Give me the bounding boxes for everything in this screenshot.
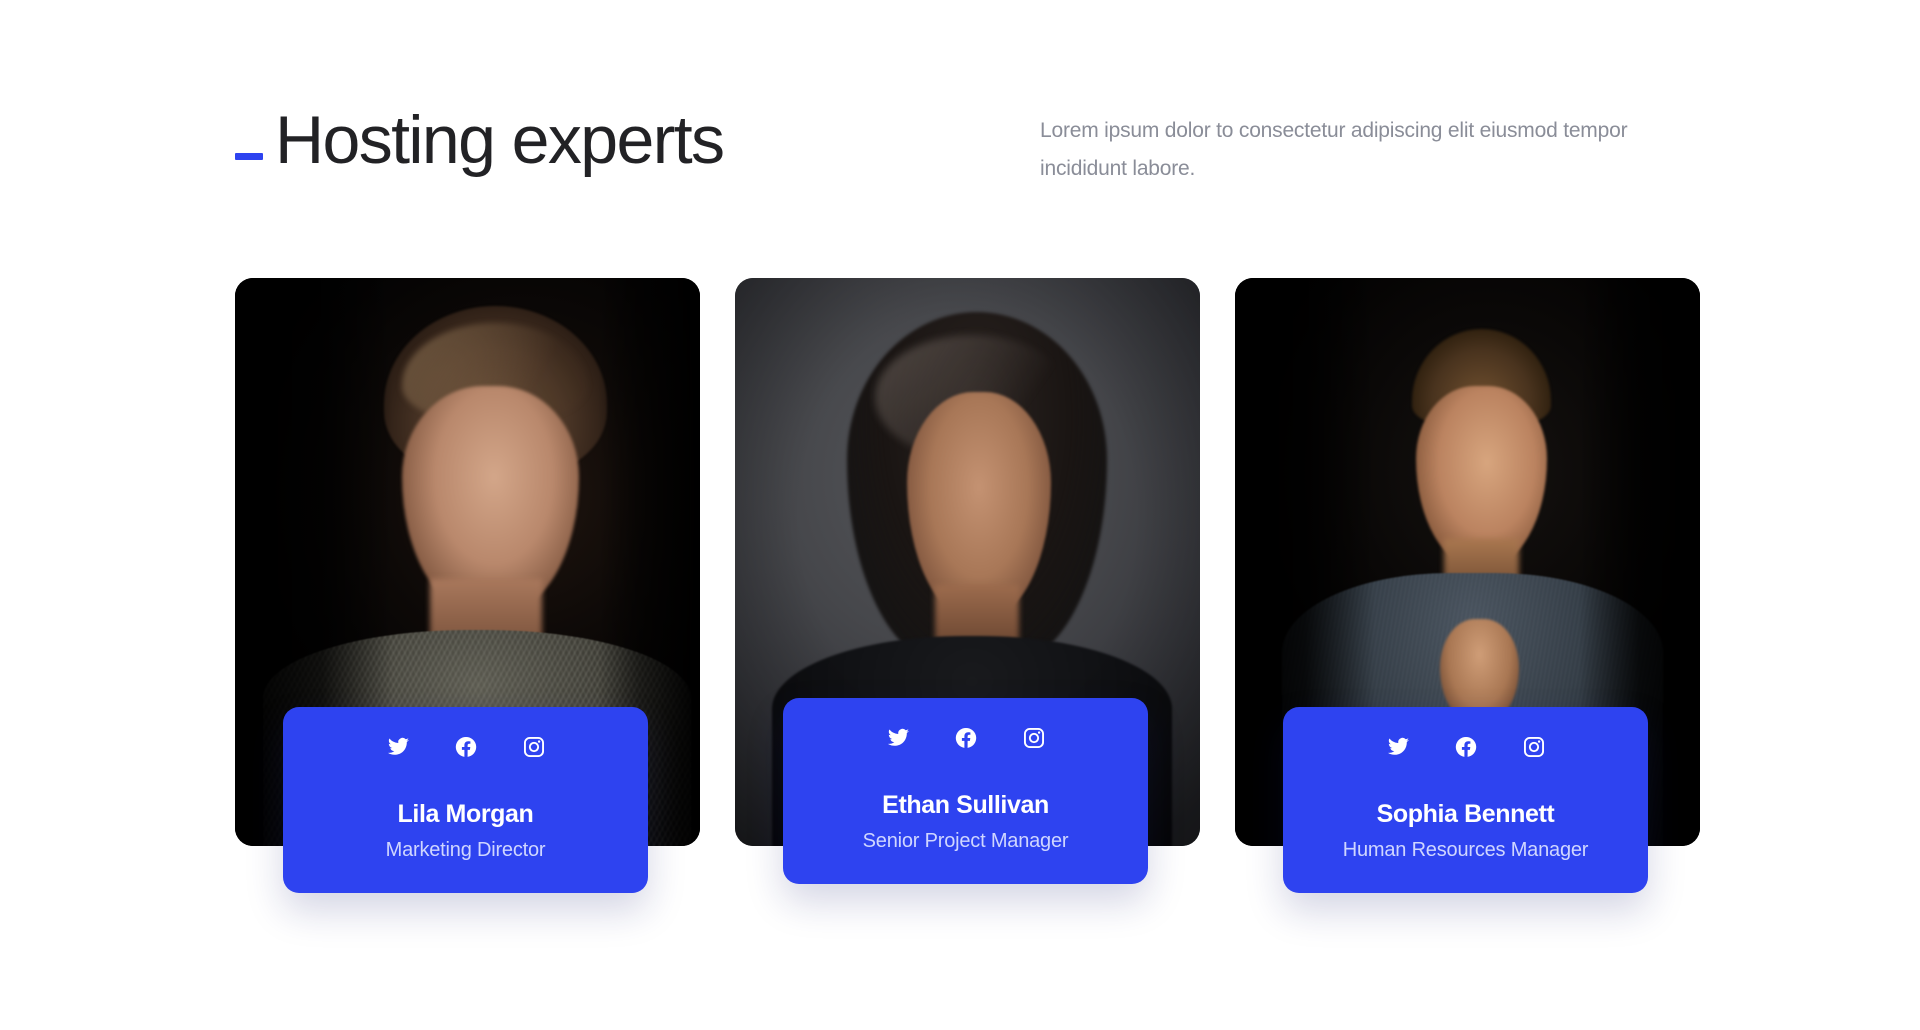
twitter-icon[interactable]	[386, 735, 410, 759]
instagram-icon[interactable]	[1022, 726, 1046, 750]
member-name: Lila Morgan	[397, 800, 534, 828]
team-card-list: Lila Morgan Marketing Director Ethan Sul…	[0, 0, 1920, 1030]
social-links	[1307, 735, 1624, 759]
member-info-panel: Lila Morgan Marketing Director	[283, 707, 648, 893]
member-name: Sophia Bennett	[1376, 800, 1555, 828]
social-links	[807, 726, 1124, 750]
instagram-icon[interactable]	[522, 735, 546, 759]
member-name: Ethan Sullivan	[882, 791, 1049, 819]
member-role: Human Resources Manager	[1342, 839, 1589, 861]
team-section: Hosting experts Lorem ipsum dolor to con…	[0, 0, 1920, 1030]
social-links	[307, 735, 624, 759]
member-role: Marketing Director	[385, 839, 546, 861]
member-info-panel: Sophia Bennett Human Resources Manager	[1283, 707, 1648, 893]
member-info-panel: Ethan Sullivan Senior Project Manager	[783, 698, 1148, 884]
facebook-icon[interactable]	[1454, 735, 1478, 759]
member-role: Senior Project Manager	[862, 830, 1069, 852]
twitter-icon[interactable]	[1386, 735, 1410, 759]
facebook-icon[interactable]	[954, 726, 978, 750]
instagram-icon[interactable]	[1522, 735, 1546, 759]
twitter-icon[interactable]	[886, 726, 910, 750]
facebook-icon[interactable]	[454, 735, 478, 759]
